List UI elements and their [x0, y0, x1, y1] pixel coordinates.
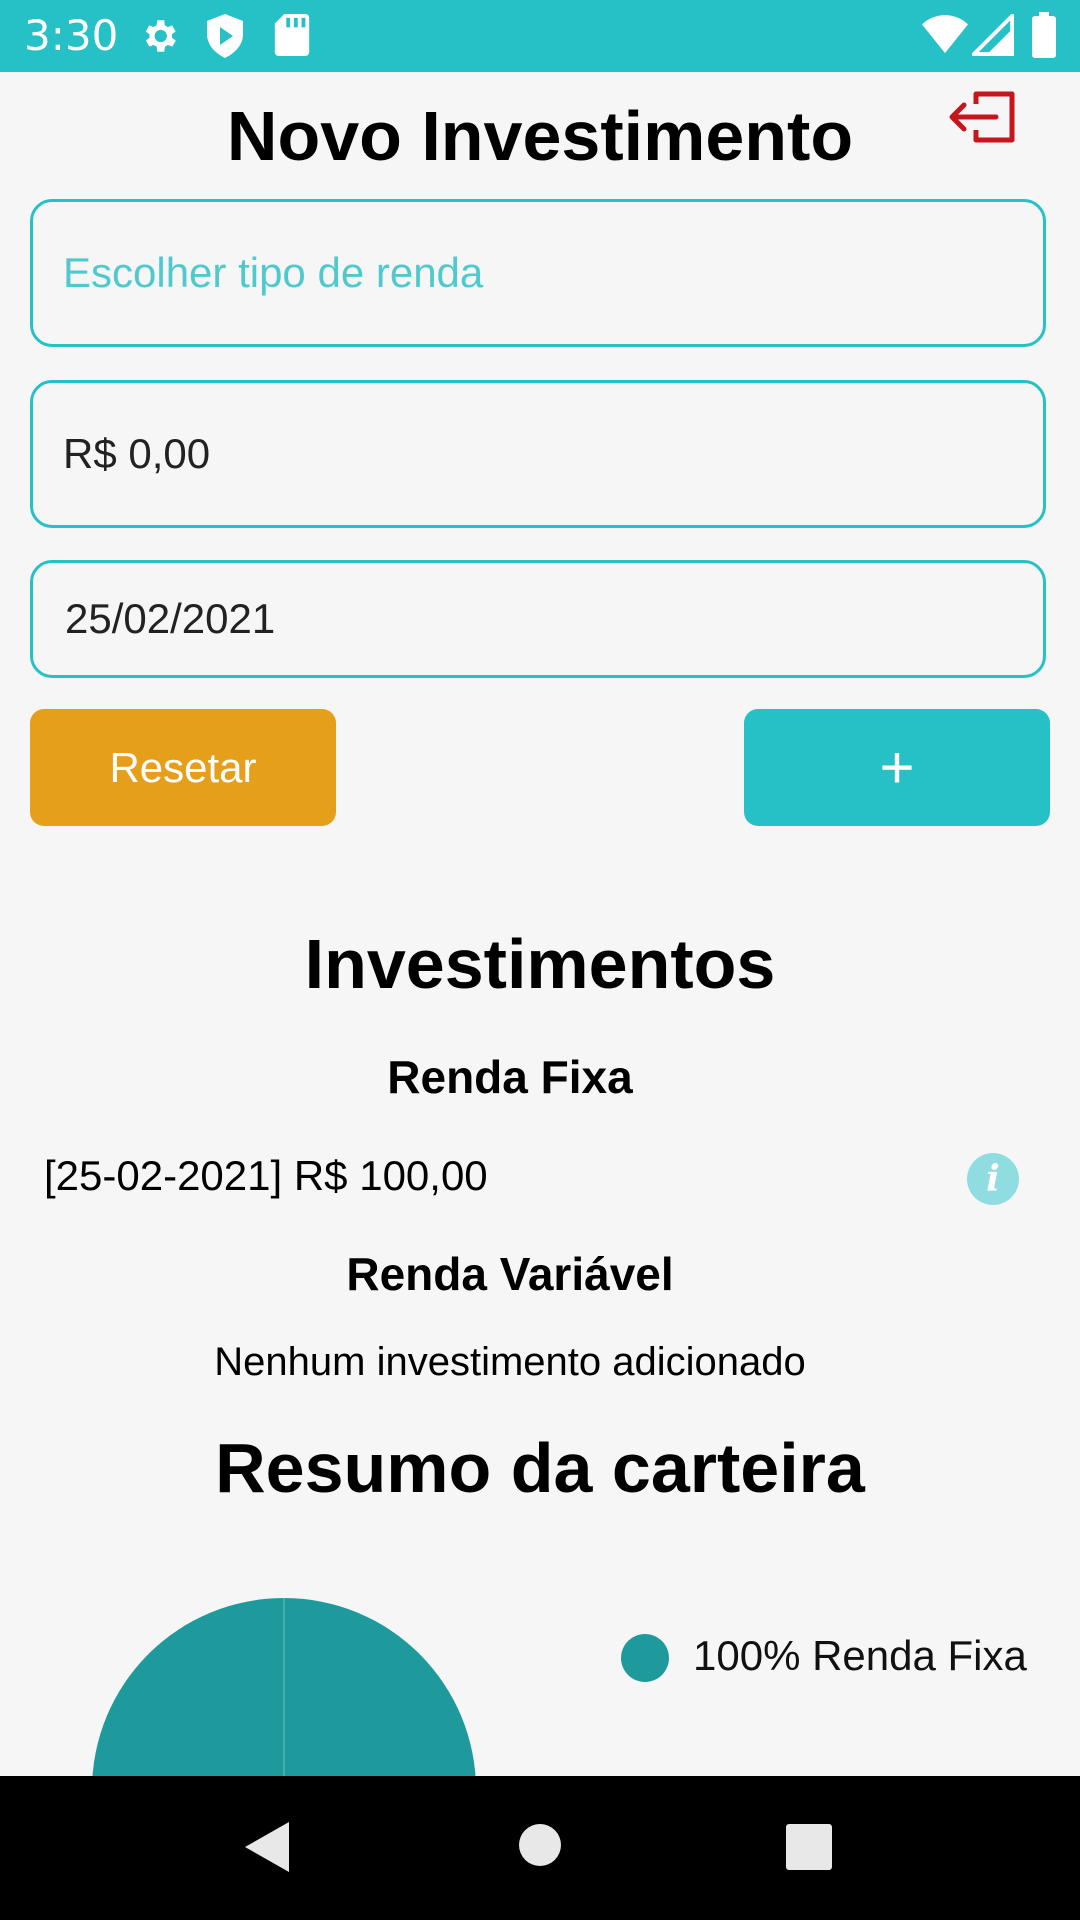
navigation-bar [0, 1776, 1080, 1920]
reset-button[interactable]: Resetar [30, 709, 336, 826]
add-button-label: + [879, 734, 915, 801]
add-button[interactable]: + [744, 709, 1050, 826]
amount-value: R$ 0,00 [63, 430, 211, 477]
battery-icon [1032, 12, 1056, 58]
wifi-icon [922, 15, 968, 54]
page-content: Novo Investimento Escolher tipo de renda… [0, 72, 1080, 1776]
back-icon[interactable] [243, 1820, 291, 1874]
date-field[interactable]: 25/02/2021 [30, 560, 1046, 678]
fixed-income-title: Renda Fixa [387, 1051, 633, 1103]
portfolio-summary-title: Resumo da carteira [215, 1429, 865, 1507]
sd-card-icon [274, 14, 310, 56]
recents-icon[interactable] [786, 1824, 832, 1870]
legend-label-renda-fixa: 100% Renda Fixa [693, 1632, 1027, 1679]
legend-dot-renda-fixa [621, 1634, 669, 1682]
status-bar: 3:30 [0, 0, 1080, 72]
signal-icon [972, 14, 1014, 56]
page-title: Novo Investimento [226, 97, 854, 175]
home-icon[interactable] [518, 1823, 562, 1867]
income-type-select[interactable]: Escolher tipo de renda [30, 199, 1046, 347]
status-time: 3:30 [24, 11, 119, 60]
variable-income-empty-text: Nenhum investimento adicionado [214, 1340, 806, 1384]
income-type-placeholder: Escolher tipo de renda [63, 249, 484, 296]
logout-icon[interactable] [944, 84, 1016, 156]
date-value: 25/02/2021 [65, 595, 276, 642]
gear-icon [145, 20, 176, 52]
portfolio-pie-chart [92, 1598, 476, 1776]
variable-income-title: Renda Variável [346, 1248, 674, 1300]
reset-button-label: Resetar [109, 743, 257, 791]
investment-row-text: [25-02-2021] R$ 100,00 [44, 1152, 488, 1199]
info-icon[interactable]: i [967, 1153, 1019, 1205]
amount-field[interactable]: R$ 0,00 [30, 380, 1046, 528]
play-protect-icon [207, 14, 243, 58]
investments-title: Investimentos [304, 925, 776, 1003]
